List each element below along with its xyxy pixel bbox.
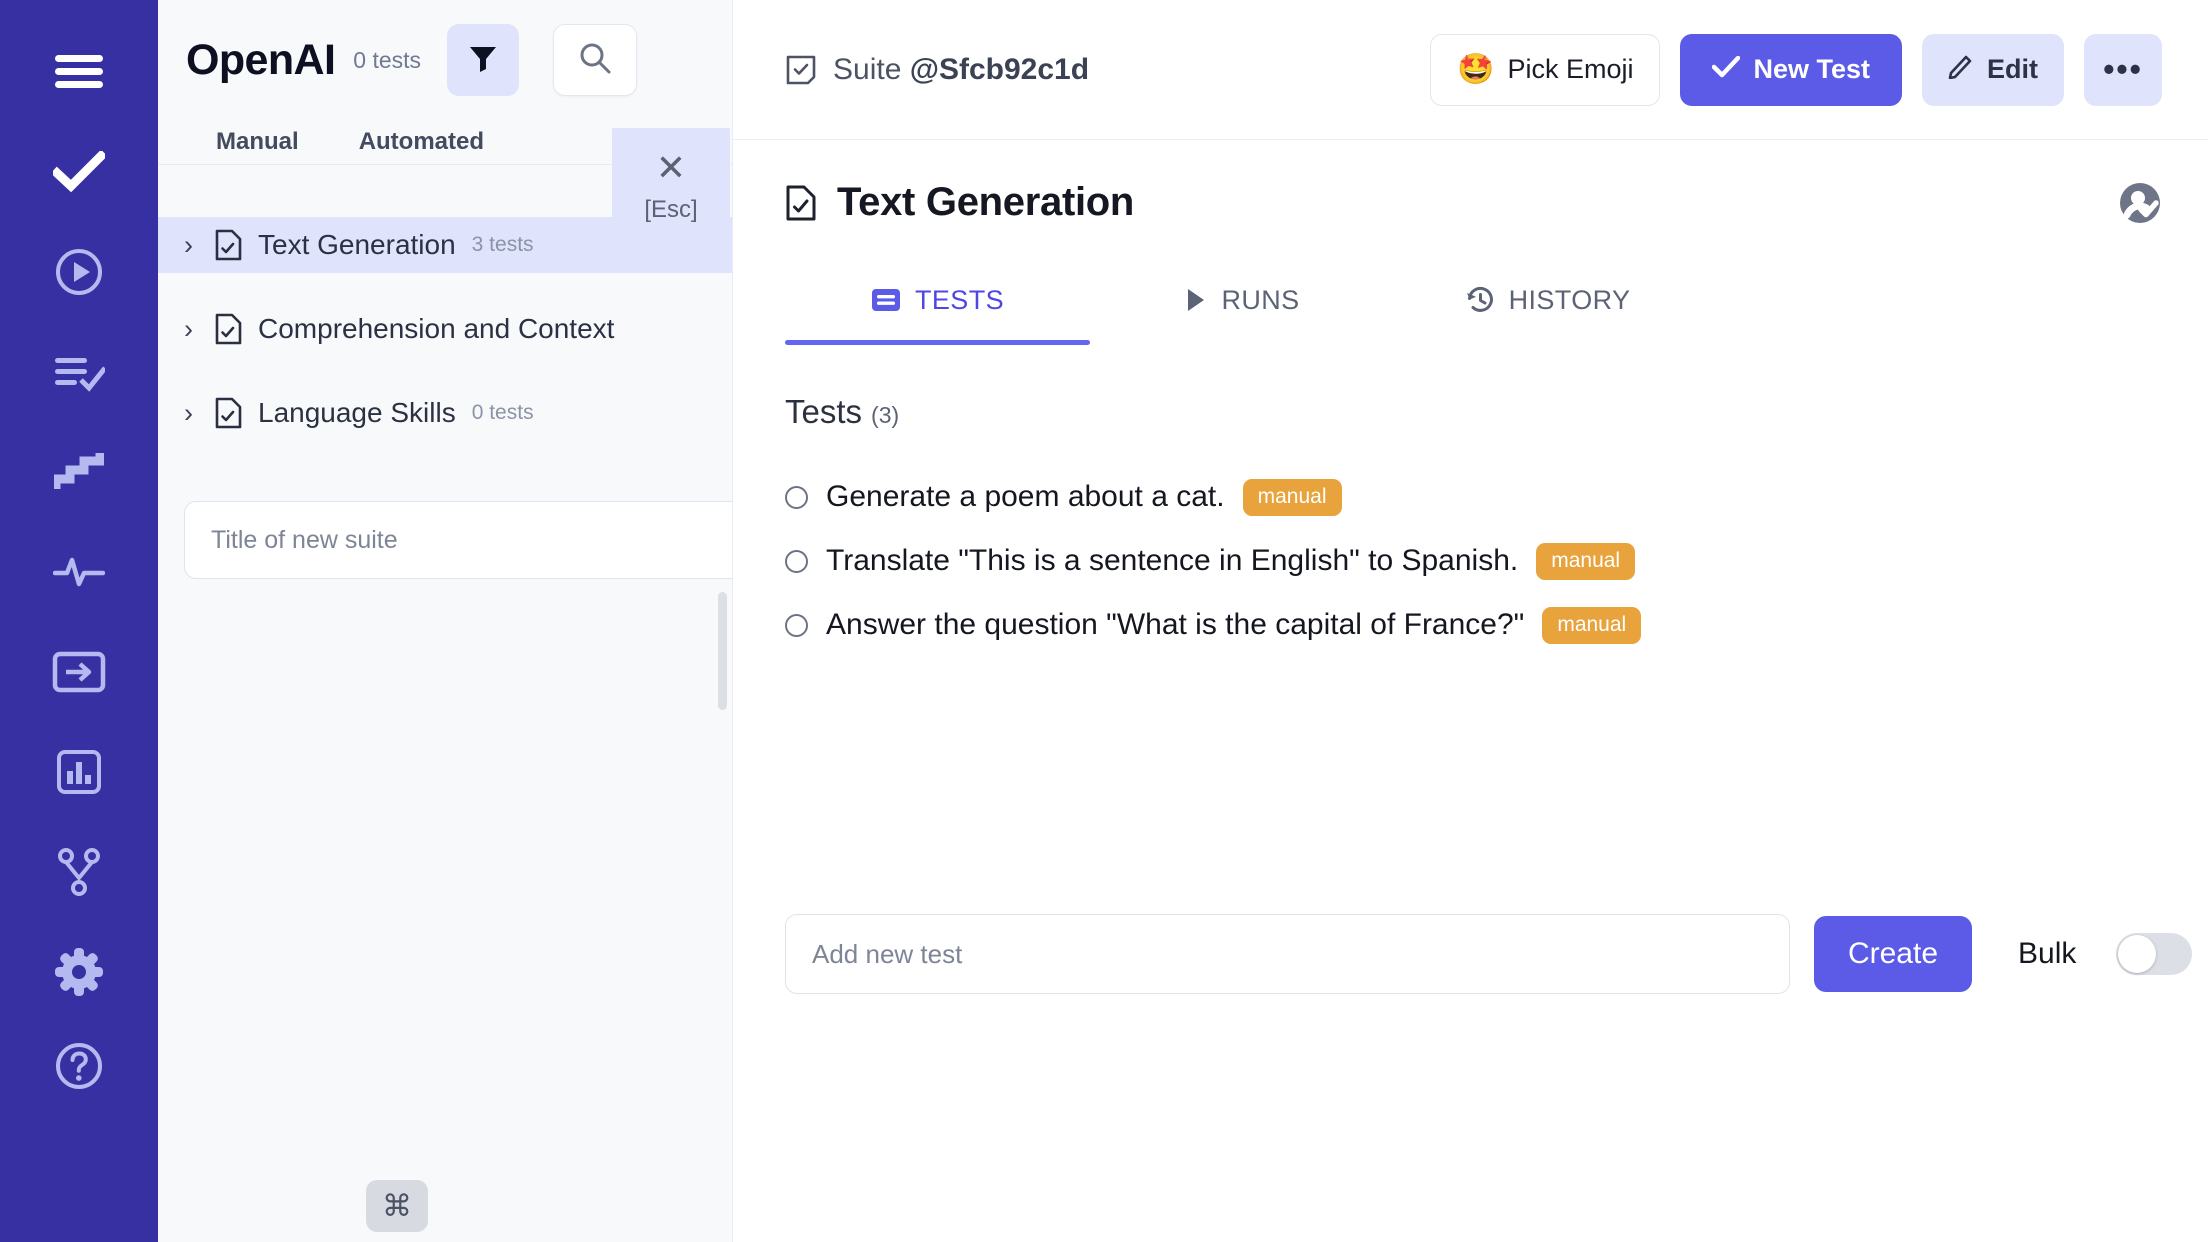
funnel-icon [467,42,499,79]
menu-icon[interactable] [43,36,115,108]
breadcrumb-prefix: Suite [833,52,910,86]
bulk-toggle[interactable] [2116,933,2193,975]
list-check-icon[interactable] [43,336,115,408]
app-root: OpenAI 0 tests Manual Automated › Text G… [0,0,2208,1242]
suite-name: Language Skills [258,397,456,428]
edit-button[interactable]: Edit [1922,33,2064,106]
search-escape-overlay[interactable]: ✕ [Esc] [612,128,730,246]
search-icon [578,41,612,80]
test-title: Translate "This is a sentence in English… [826,544,1519,577]
suite-name: Text Generation [258,229,456,260]
content-tabs: TESTS RUNS HISTORY [733,263,2208,345]
search-button[interactable] [553,24,638,96]
escape-hint-label: [Esc] [644,196,698,223]
list-item[interactable]: Generate a poem about a cat. manual [785,465,2208,529]
tab-automated[interactable]: Automated [329,120,514,164]
status-badge: manual [1536,542,1636,580]
git-branch-icon[interactable] [43,836,115,908]
tests-card-icon [871,287,901,313]
breadcrumb-handle: @Sfcb92c1d [909,52,1090,86]
stairs-icon[interactable] [43,436,115,508]
new-suite-input[interactable] [184,501,732,579]
workspace-name: OpenAI [186,35,336,84]
add-test-bar: Create Bulk [733,914,2208,1242]
tab-manual[interactable]: Manual [186,120,329,164]
suite-row-language-skills[interactable]: › Language Skills 0 tests [158,385,732,441]
page-title-row: Text Generation [733,140,2208,225]
star-struck-emoji-icon: 🤩 [1457,53,1495,86]
workspace-test-count: 0 tests [353,46,422,73]
suite-count: 3 tests [471,233,534,256]
list-item[interactable]: Answer the question "What is the capital… [785,593,2208,657]
new-suite-field-wrap [158,441,732,579]
document-check-icon [785,185,817,221]
close-icon[interactable]: ✕ [656,150,686,186]
primary-nav-rail [0,0,158,1242]
radio-icon[interactable] [785,549,808,573]
gear-icon[interactable] [43,936,115,1008]
pencil-icon [1948,53,1974,86]
suite-count: 0 tests [471,401,534,424]
breadcrumb: Suite @Sfcb92c1d [785,53,1089,87]
document-check-icon [214,397,242,429]
page-title: Text Generation [837,180,1135,224]
command-key-button[interactable]: ⌘ [366,1180,428,1232]
tab-runs[interactable]: RUNS [1090,263,1395,337]
suites-panel-scrollbar[interactable] [718,592,727,710]
tab-tests-label: TESTS [914,284,1004,315]
play-triangle-icon [1185,287,1207,313]
tests-list: Generate a poem about a cat. manual Tran… [733,431,2208,657]
check-icon[interactable] [43,136,115,208]
tests-heading-count: (3) [871,402,900,428]
add-test-input[interactable] [785,914,1790,994]
history-clock-icon [1465,285,1495,315]
activity-pulse-icon[interactable] [43,536,115,608]
breadcrumb-text: Suite @Sfcb92c1d [833,53,1089,87]
chevron-right-icon[interactable]: › [184,231,198,259]
radio-icon[interactable] [785,485,808,509]
tab-history[interactable]: HISTORY [1395,263,1700,337]
tab-tests[interactable]: TESTS [785,263,1090,345]
create-button[interactable]: Create [1814,916,1972,992]
chevron-right-icon[interactable]: › [184,315,198,343]
suites-title-row: OpenAI 0 tests [186,0,732,120]
header-actions: 🤩 Pick Emoji New Test Edit ••• [1430,33,2162,106]
bar-chart-icon[interactable] [43,736,115,808]
suite-row-comprehension-and-context[interactable]: › Comprehension and Context [158,301,732,357]
filter-button[interactable] [447,24,520,96]
bulk-toggle-label: Bulk [2018,937,2077,970]
radio-icon[interactable] [785,613,808,637]
edit-label: Edit [1987,54,2038,84]
suite-check-icon [785,54,817,86]
tab-runs-label: RUNS [1221,284,1300,315]
status-badge: manual [1542,606,1642,644]
tab-history-label: HISTORY [1508,284,1631,315]
tests-section-heading: Tests (3) [733,337,2208,431]
chevron-right-icon[interactable]: › [184,399,198,427]
play-circle-icon[interactable] [43,236,115,308]
main-header: Suite @Sfcb92c1d 🤩 Pick Emoji New Test E… [733,0,2208,140]
new-test-button[interactable]: New Test [1680,33,1902,106]
test-title: Answer the question "What is the capital… [826,608,1525,641]
help-circle-icon[interactable] [43,1030,115,1102]
tests-heading-label: Tests [785,393,863,430]
status-badge: manual [1242,478,1342,516]
account-verified-icon[interactable] [2118,181,2162,225]
test-title: Generate a poem about a cat. [826,480,1225,513]
new-test-label: New Test [1753,54,1870,84]
main-content: Suite @Sfcb92c1d 🤩 Pick Emoji New Test E… [733,0,2208,1242]
document-check-icon [214,313,242,345]
pick-emoji-label: Pick Emoji [1507,54,1634,84]
suite-name: Comprehension and Context [258,313,615,344]
document-check-icon [214,229,242,261]
login-box-icon[interactable] [43,636,115,708]
more-options-button[interactable]: ••• [2084,33,2162,106]
check-icon [1712,54,1741,85]
pick-emoji-button[interactable]: 🤩 Pick Emoji [1430,33,1661,106]
bulk-toggle-knob [2118,935,2157,973]
list-item[interactable]: Translate "This is a sentence in English… [785,529,2208,593]
